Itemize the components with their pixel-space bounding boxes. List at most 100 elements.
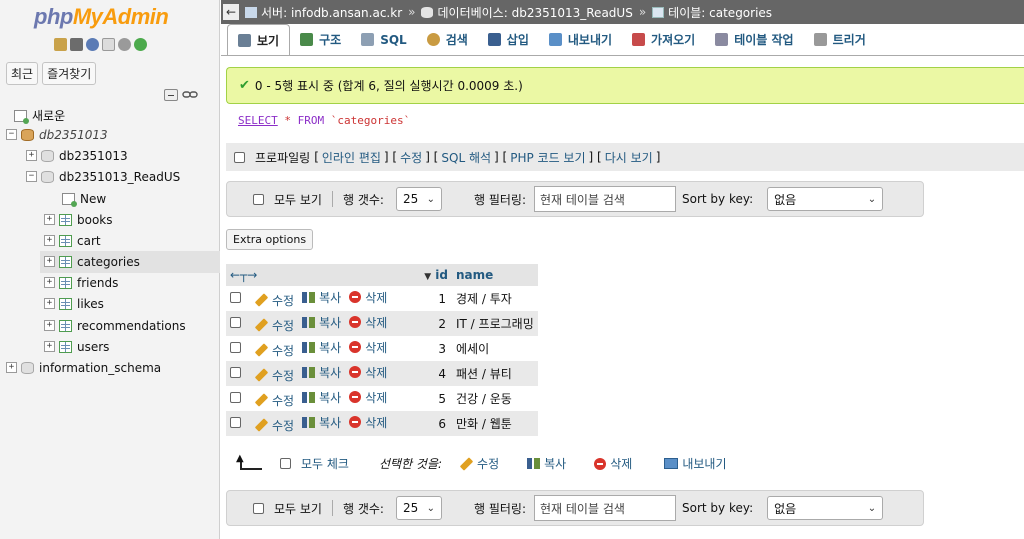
expand-icon[interactable]: + bbox=[44, 277, 55, 288]
tree-item-db2351013-root[interactable]: − db2351013 bbox=[6, 124, 108, 145]
back-arrow-icon[interactable]: ← bbox=[223, 4, 239, 20]
home-icon[interactable] bbox=[54, 38, 67, 51]
tree-item-cart[interactable]: + cart bbox=[44, 230, 101, 251]
row-checkbox[interactable] bbox=[230, 317, 241, 328]
refresh-link[interactable]: 다시 보기 bbox=[605, 149, 653, 166]
expand-icon[interactable]: + bbox=[26, 150, 37, 161]
copy-row-link[interactable]: 복사 bbox=[302, 389, 341, 406]
row-checkbox[interactable] bbox=[230, 367, 241, 378]
row-checkbox[interactable] bbox=[230, 342, 241, 353]
rows-select[interactable]: 25 ⌄ bbox=[395, 187, 442, 211]
sql-keyword-select[interactable]: SELECT bbox=[238, 114, 278, 127]
cell-name[interactable]: 경제 / 투자 bbox=[452, 286, 538, 311]
edit-row-link[interactable]: 수정 bbox=[254, 367, 294, 384]
phpmyadmin-logo[interactable]: phpMyAdmin bbox=[34, 4, 169, 30]
copy-row-link[interactable]: 복사 bbox=[302, 289, 341, 306]
tree-item-recommendations[interactable]: + recommendations bbox=[44, 315, 186, 336]
cell-name[interactable]: 에세이 bbox=[452, 336, 538, 361]
breadcrumb-database[interactable]: 데이터베이스: db2351013_ReadUS bbox=[421, 4, 633, 21]
favorites-tab[interactable]: 즐겨찾기 bbox=[42, 62, 97, 85]
tab-export[interactable]: 내보내기 bbox=[539, 24, 622, 55]
collapse-all-button[interactable] bbox=[164, 89, 178, 101]
expand-icon[interactable]: + bbox=[44, 320, 55, 331]
delete-row-link[interactable]: 삭제 bbox=[349, 339, 387, 356]
tree-item-information-schema[interactable]: + information_schema bbox=[6, 357, 161, 378]
tab-import[interactable]: 가져오기 bbox=[622, 24, 705, 55]
extra-options-button[interactable]: Extra options bbox=[226, 229, 314, 250]
expand-icon[interactable]: + bbox=[44, 341, 55, 352]
expand-icon[interactable]: + bbox=[44, 214, 55, 225]
copy-row-link[interactable]: 복사 bbox=[302, 339, 341, 356]
tab-sql[interactable]: SQL bbox=[351, 24, 417, 55]
php-code-link[interactable]: PHP 코드 보기 bbox=[510, 149, 585, 166]
breadcrumb-table[interactable]: 테이블: categories bbox=[652, 4, 772, 21]
inline-edit-link[interactable]: 인라인 편집 bbox=[322, 149, 381, 166]
breadcrumb-server[interactable]: 서버: infodb.ansan.ac.kr bbox=[245, 4, 402, 21]
copy-row-link[interactable]: 복사 bbox=[302, 414, 341, 431]
check-all-label[interactable]: 모두 체크 bbox=[301, 455, 349, 472]
filter-input[interactable]: 현재 테이블 검색 bbox=[534, 186, 676, 212]
cell-name[interactable]: IT / 프로그래밍 bbox=[452, 311, 538, 336]
cell-name[interactable]: 패션 / 뷰티 bbox=[452, 361, 538, 386]
tab-structure[interactable]: 구조 bbox=[290, 24, 351, 55]
cell-id[interactable]: 1 bbox=[412, 286, 452, 311]
cell-id[interactable]: 5 bbox=[412, 386, 452, 411]
bulk-export-button[interactable]: 내보내기 bbox=[664, 455, 727, 472]
docs-icon[interactable] bbox=[102, 38, 115, 51]
check-all-checkbox[interactable] bbox=[280, 458, 291, 469]
tree-item-categories[interactable]: + categories bbox=[44, 251, 140, 272]
show-all-checkbox[interactable] bbox=[253, 193, 264, 205]
tree-item-new[interactable]: 새로운 bbox=[14, 105, 65, 126]
copy-row-link[interactable]: 복사 bbox=[302, 314, 341, 331]
tree-item-books[interactable]: + books bbox=[44, 209, 113, 230]
edit-row-link[interactable]: 수정 bbox=[254, 317, 294, 334]
delete-row-link[interactable]: 삭제 bbox=[349, 364, 387, 381]
profiling-checkbox[interactable] bbox=[234, 151, 245, 163]
bulk-edit-button[interactable]: 수정 bbox=[459, 455, 499, 472]
delete-row-link[interactable]: 삭제 bbox=[349, 389, 387, 406]
tree-item-db2351013[interactable]: + db2351013 bbox=[26, 145, 128, 166]
tab-operations[interactable]: 테이블 작업 bbox=[705, 24, 803, 55]
link-with-main-icon[interactable] bbox=[182, 90, 198, 99]
cell-id[interactable]: 4 bbox=[412, 361, 452, 386]
edit-row-link[interactable]: 수정 bbox=[254, 417, 294, 434]
filter-input[interactable]: 현재 테이블 검색 bbox=[534, 495, 676, 521]
cell-id[interactable]: 2 bbox=[412, 311, 452, 336]
help-icon[interactable] bbox=[86, 38, 99, 51]
expand-icon[interactable]: + bbox=[44, 235, 55, 246]
collapse-icon[interactable]: − bbox=[6, 129, 17, 140]
tab-insert[interactable]: 삽입 bbox=[478, 24, 539, 55]
delete-row-link[interactable]: 삭제 bbox=[349, 314, 387, 331]
tree-item-db2351013-readus[interactable]: − db2351013_ReadUS bbox=[26, 166, 180, 187]
edit-row-link[interactable]: 수정 bbox=[254, 342, 294, 359]
delete-row-link[interactable]: 삭제 bbox=[349, 414, 387, 431]
recent-tab[interactable]: 최근 bbox=[6, 62, 39, 85]
sort-select[interactable]: 없음 ⌄ bbox=[767, 496, 884, 520]
tab-browse[interactable]: 보기 bbox=[227, 24, 291, 55]
row-checkbox[interactable] bbox=[230, 417, 241, 428]
sort-select[interactable]: 없음 ⌄ bbox=[767, 187, 884, 211]
reload-icon[interactable] bbox=[134, 38, 147, 51]
row-checkbox[interactable] bbox=[230, 392, 241, 403]
edit-row-link[interactable]: 수정 bbox=[254, 292, 294, 309]
bulk-copy-button[interactable]: 복사 bbox=[527, 455, 566, 472]
expand-icon[interactable]: + bbox=[44, 298, 55, 309]
edit-query-link[interactable]: 수정 bbox=[400, 149, 422, 166]
tree-item-new-table[interactable]: New bbox=[62, 188, 106, 209]
edit-row-link[interactable]: 수정 bbox=[254, 392, 294, 409]
tree-item-likes[interactable]: + likes bbox=[44, 293, 104, 314]
column-header-id[interactable]: ▼ id bbox=[412, 264, 452, 286]
cell-id[interactable]: 6 bbox=[412, 411, 452, 436]
cell-name[interactable]: 건강 / 운동 bbox=[452, 386, 538, 411]
settings-gear-icon[interactable] bbox=[118, 38, 131, 51]
tab-triggers[interactable]: 트리거 bbox=[804, 24, 876, 55]
expand-icon[interactable]: + bbox=[44, 256, 55, 267]
explain-sql-link[interactable]: SQL 해석 bbox=[441, 149, 491, 166]
copy-row-link[interactable]: 복사 bbox=[302, 364, 341, 381]
delete-row-link[interactable]: 삭제 bbox=[349, 289, 387, 306]
column-resize-handle[interactable]: ←┬→ bbox=[226, 264, 412, 286]
collapse-icon[interactable]: − bbox=[26, 171, 37, 182]
expand-icon[interactable]: + bbox=[6, 362, 17, 373]
rows-select[interactable]: 25 ⌄ bbox=[395, 496, 442, 520]
bulk-delete-button[interactable]: 삭제 bbox=[594, 455, 632, 472]
